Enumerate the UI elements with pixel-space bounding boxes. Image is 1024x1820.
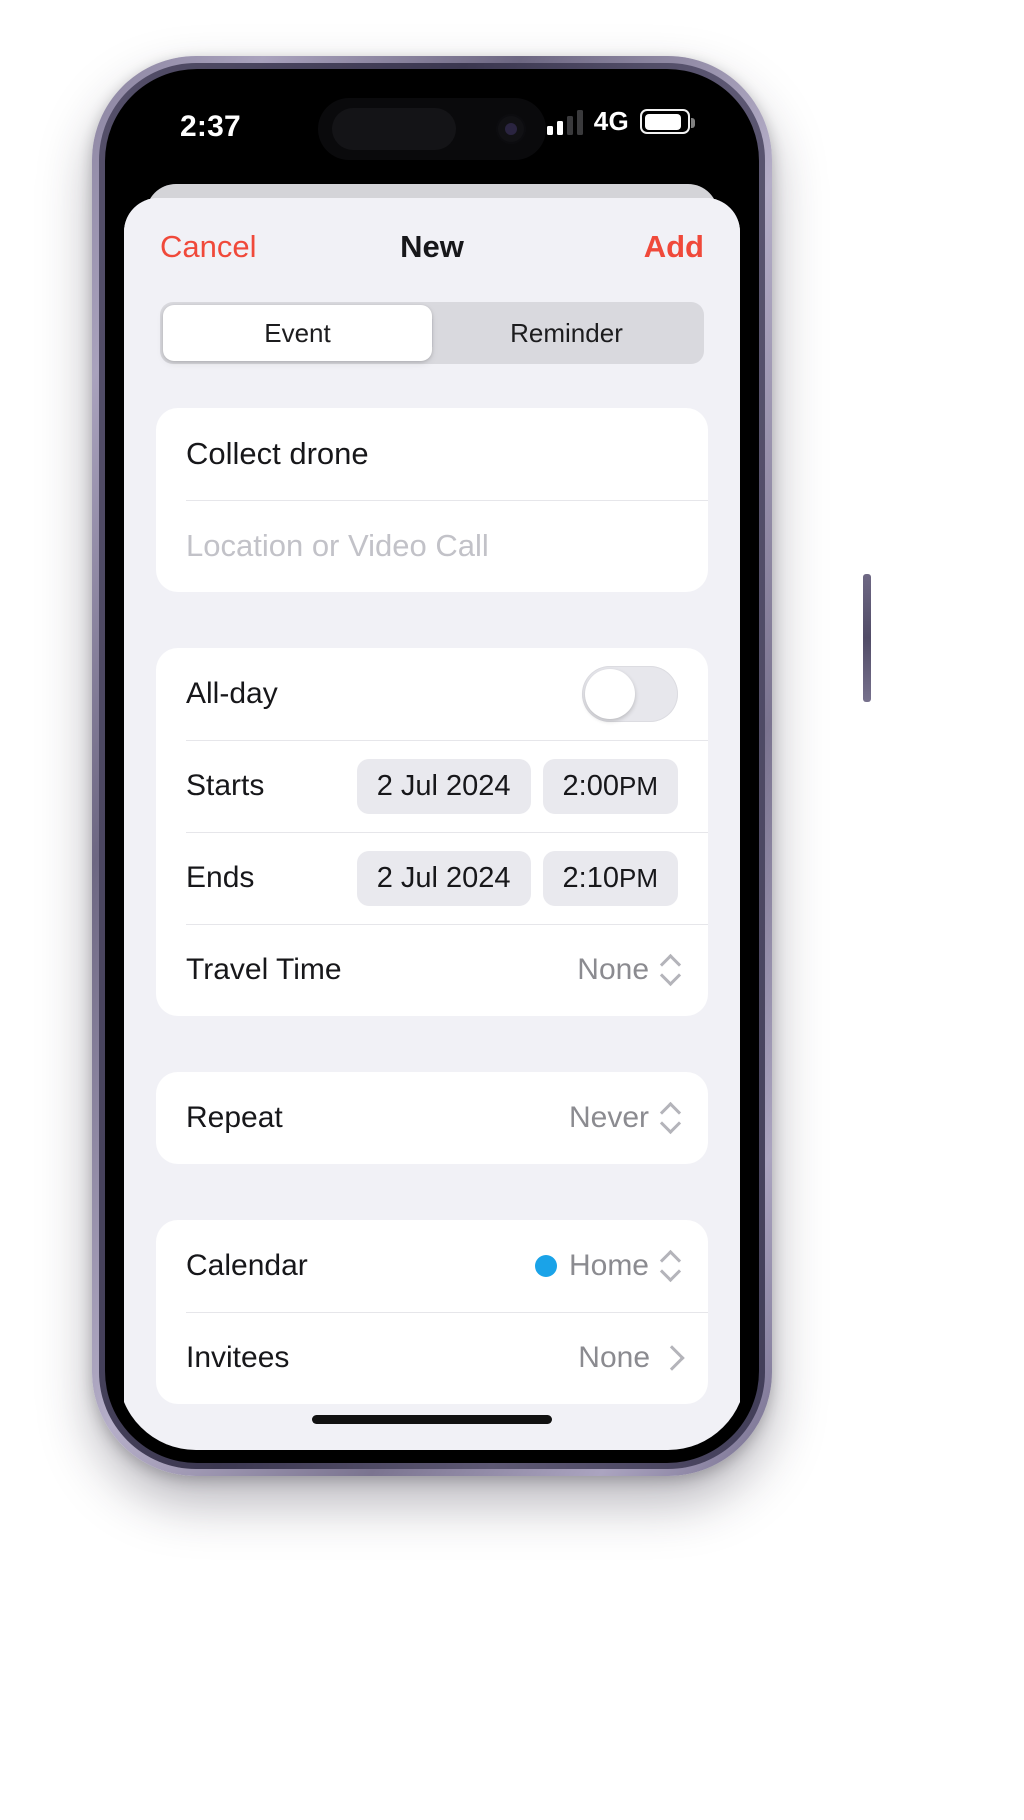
repeat-label: Repeat xyxy=(186,1101,283,1134)
cancel-button[interactable]: Cancel xyxy=(160,229,257,265)
front-camera-icon xyxy=(496,114,526,144)
travel-time-label: Travel Time xyxy=(186,953,342,986)
location-input[interactable]: Location or Video Call xyxy=(186,528,489,564)
calendar-card: Calendar Home Invitees None xyxy=(156,1220,708,1404)
sheet-navigation-bar: Cancel New Add xyxy=(124,198,740,296)
new-event-sheet: Cancel New Add Event Reminder Collect dr… xyxy=(124,198,740,1450)
starts-time-ampm: PM xyxy=(619,770,658,801)
ends-row[interactable]: Ends 2 Jul 2024 2:10PM xyxy=(156,832,708,924)
starts-time-value: 2:00 xyxy=(562,769,619,802)
calendar-value-group[interactable]: Home xyxy=(534,1249,678,1283)
ends-time-value: 2:10 xyxy=(562,861,619,894)
toggle-knob xyxy=(585,669,635,719)
cellular-signal-icon xyxy=(542,109,583,135)
all-day-toggle[interactable] xyxy=(582,666,678,722)
segmented-control-wrapper: Event Reminder xyxy=(124,296,740,364)
power-button[interactable] xyxy=(863,574,871,702)
starts-date-pill[interactable]: 2 Jul 2024 xyxy=(356,758,531,814)
repeat-value: Never xyxy=(568,1101,649,1134)
battery-icon xyxy=(640,109,695,134)
calendar-value: Home xyxy=(568,1249,649,1282)
ends-pill-group: 2 Jul 2024 2:10PM xyxy=(356,850,678,906)
starts-row[interactable]: Starts 2 Jul 2024 2:00PM xyxy=(156,740,708,832)
invitees-row[interactable]: Invitees None xyxy=(156,1312,708,1404)
title-input-row[interactable]: Collect drone xyxy=(156,408,708,500)
invitees-label: Invitees xyxy=(186,1341,290,1374)
travel-time-value-group[interactable]: None xyxy=(577,953,678,987)
chevron-right-icon xyxy=(662,1344,678,1372)
calendar-row[interactable]: Calendar Home xyxy=(156,1220,708,1312)
screenshot-canvas: 2:37 4G Cancel New Add Event Reminder Co… xyxy=(0,0,1024,1820)
starts-pill-group: 2 Jul 2024 2:00PM xyxy=(356,758,678,814)
schedule-card: All-day Starts 2 Jul 2024 2:00PM Ends 2 … xyxy=(156,648,708,1016)
battery-fill xyxy=(644,113,681,130)
travel-time-row[interactable]: Travel Time None xyxy=(156,924,708,1016)
chevron-up-down-icon xyxy=(661,1251,678,1281)
invitees-value: None xyxy=(578,1341,650,1374)
travel-time-value: None xyxy=(577,953,649,986)
repeat-value-group[interactable]: Never xyxy=(569,1101,678,1135)
ends-date-pill[interactable]: 2 Jul 2024 xyxy=(356,850,531,906)
dynamic-island-pill xyxy=(332,108,456,150)
phone-frame: 2:37 4G Cancel New Add Event Reminder Co… xyxy=(92,56,871,1476)
tab-reminder[interactable]: Reminder xyxy=(432,305,701,361)
starts-time-pill[interactable]: 2:00PM xyxy=(542,758,678,814)
status-bar: 2:37 4G xyxy=(118,82,746,178)
network-type-label: 4G xyxy=(593,106,629,136)
home-indicator[interactable] xyxy=(312,1415,552,1424)
event-title-input[interactable]: Collect drone xyxy=(186,436,369,472)
event-reminder-segmented-control[interactable]: Event Reminder xyxy=(160,302,704,364)
repeat-row[interactable]: Repeat Never xyxy=(156,1072,708,1164)
event-details-card: Collect drone Location or Video Call xyxy=(156,408,708,592)
calendar-color-dot-icon xyxy=(534,1255,557,1277)
location-input-row[interactable]: Location or Video Call xyxy=(156,500,708,592)
chevron-up-down-icon xyxy=(661,1103,678,1133)
add-button[interactable]: Add xyxy=(644,229,704,265)
dynamic-island[interactable] xyxy=(318,98,546,160)
status-bar-clock: 2:37 xyxy=(180,110,241,143)
invitees-value-group[interactable]: None xyxy=(578,1341,678,1375)
repeat-card: Repeat Never xyxy=(156,1072,708,1164)
all-day-label: All-day xyxy=(186,677,278,710)
starts-label: Starts xyxy=(186,769,265,802)
all-day-row[interactable]: All-day xyxy=(156,648,708,740)
status-bar-indicators: 4G xyxy=(542,106,695,137)
ends-time-ampm: PM xyxy=(619,862,658,893)
chevron-up-down-icon xyxy=(661,955,678,985)
tab-event[interactable]: Event xyxy=(163,305,432,361)
calendar-label: Calendar xyxy=(186,1249,308,1282)
ends-label: Ends xyxy=(186,861,255,894)
ends-time-pill[interactable]: 2:10PM xyxy=(542,850,678,906)
phone-screen: 2:37 4G Cancel New Add Event Reminder Co… xyxy=(118,82,746,1450)
